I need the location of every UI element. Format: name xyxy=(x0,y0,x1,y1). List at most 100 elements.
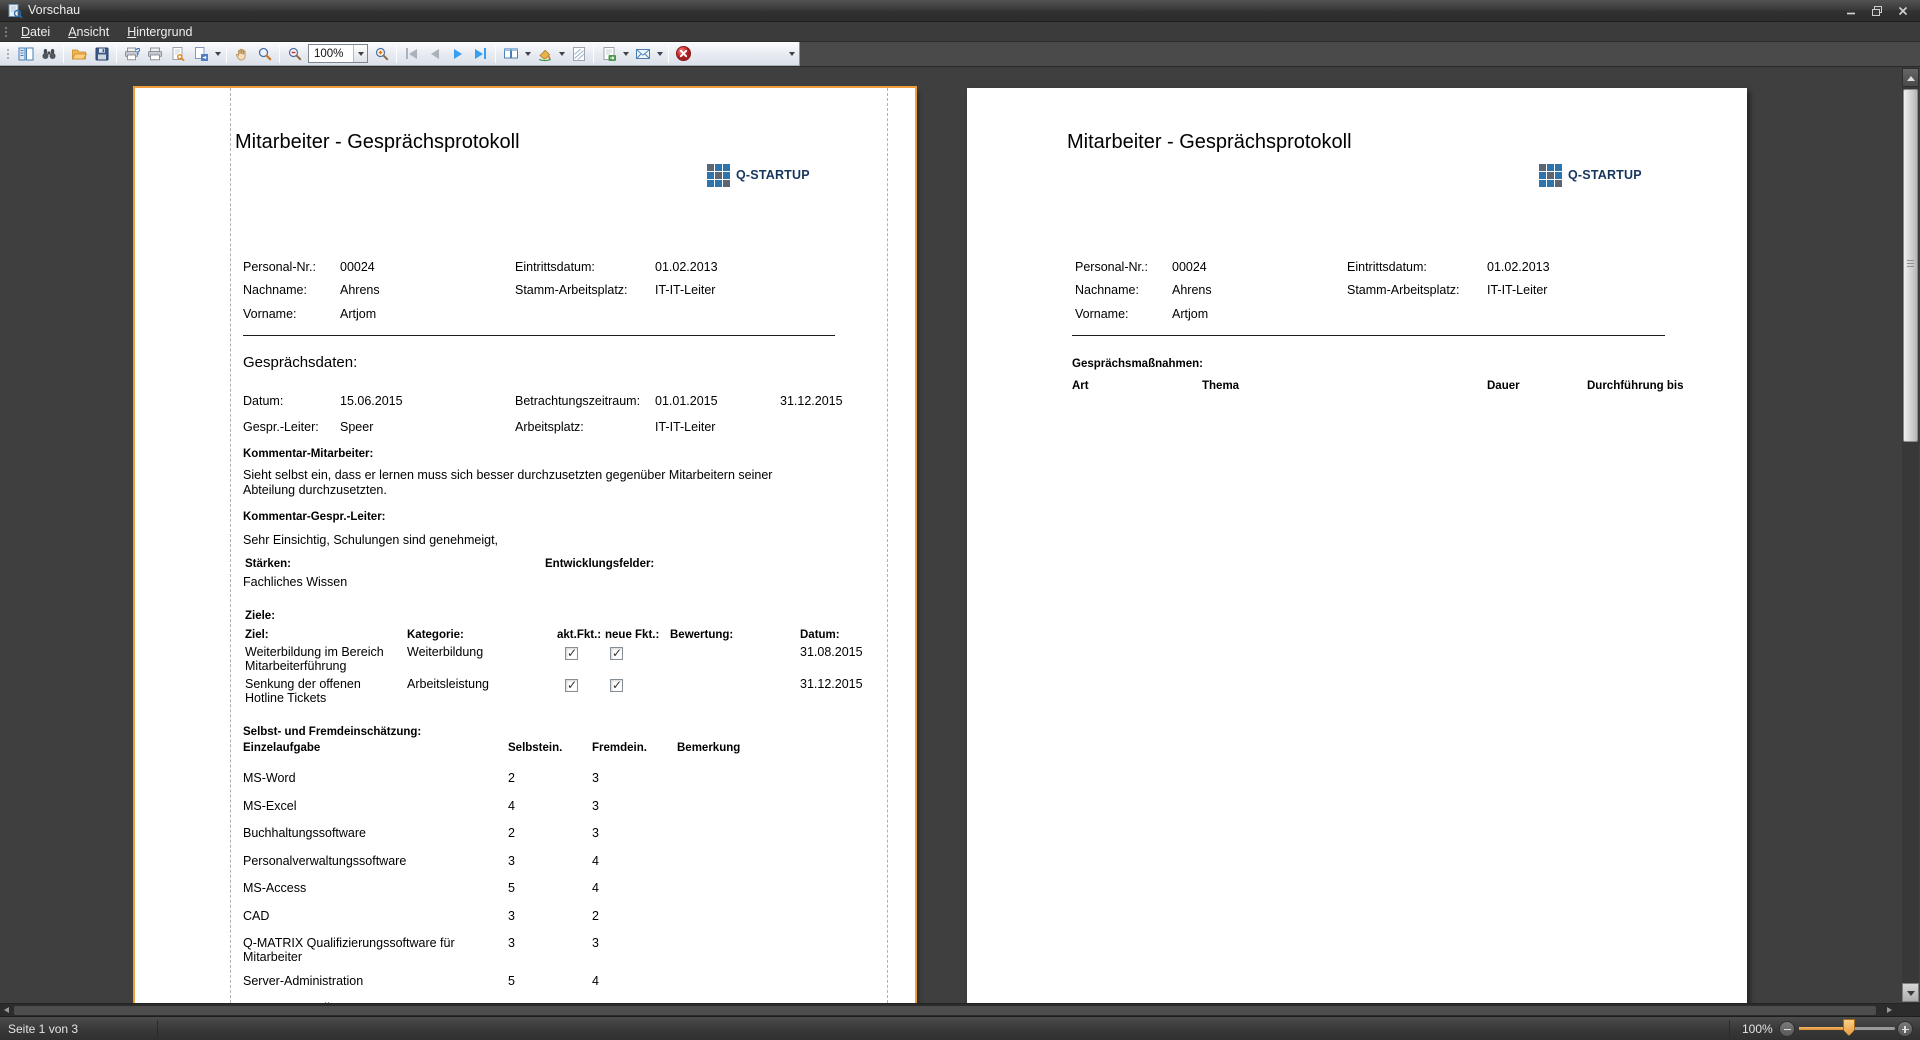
goal-row: Senkung der offenen Hotline Tickets Arbei… xyxy=(245,677,905,705)
vertical-scrollbar-thumb[interactable] xyxy=(1903,89,1918,442)
scroll-up-button[interactable] xyxy=(1902,68,1919,87)
column-header: neue Fkt.: xyxy=(605,629,660,641)
open-button[interactable] xyxy=(67,43,90,65)
checkbox-neue-fkt[interactable] xyxy=(610,646,623,660)
scroll-left-icon[interactable] xyxy=(4,1007,9,1013)
toolbar-separator xyxy=(226,44,227,63)
thumbnails-button[interactable] xyxy=(14,43,37,65)
next-page-button[interactable] xyxy=(446,43,469,65)
zoom-out-button[interactable] xyxy=(1779,1021,1795,1037)
quick-print-button[interactable] xyxy=(143,43,166,65)
first-page-button[interactable] xyxy=(400,43,423,65)
checkbox-akt-fkt[interactable] xyxy=(565,646,578,660)
table-cell: 2 xyxy=(592,908,599,923)
watermark-button[interactable] xyxy=(567,43,590,65)
column-header: Einzelaufgabe xyxy=(243,742,321,754)
chevron-up-icon xyxy=(1907,76,1915,81)
window-title: Vorschau xyxy=(28,3,81,17)
page-setup-button[interactable] xyxy=(166,43,189,65)
table-cell: MS-Excel xyxy=(243,798,297,813)
restore-button[interactable] xyxy=(1864,2,1890,20)
zoom-slider-thumb[interactable] xyxy=(1843,1019,1855,1036)
field-value: Artjom xyxy=(1172,307,1209,321)
table-cell: Server-Administration xyxy=(243,973,364,988)
field-label: Datum: xyxy=(243,394,284,408)
field-value: 01.02.2013 xyxy=(655,260,718,274)
export-page-dropdown[interactable] xyxy=(212,43,223,65)
chevron-down-icon xyxy=(789,51,795,56)
background-color-dropdown[interactable] xyxy=(556,43,567,65)
statusbar: Seite 1 von 3 100% xyxy=(0,1016,1920,1040)
horizontal-scrollbar[interactable] xyxy=(0,1003,1920,1016)
save-button[interactable] xyxy=(90,43,113,65)
checkbox-neue-fkt[interactable] xyxy=(610,678,623,692)
find-button[interactable] xyxy=(37,43,60,65)
zoom-level-combobox[interactable]: 100% xyxy=(308,44,368,63)
table-cell: 3 xyxy=(508,936,515,950)
page-layout-dropdown[interactable] xyxy=(522,43,533,65)
scroll-down-button[interactable] xyxy=(1902,983,1919,1002)
print-dialog-button[interactable]: ? xyxy=(120,43,143,65)
toolbar-overflow-button[interactable] xyxy=(786,43,797,65)
horizontal-scrollbar-thumb[interactable] xyxy=(14,1006,1876,1015)
zoom-tool-button[interactable] xyxy=(253,43,276,65)
table-cell: Personalverwaltungssoftware xyxy=(243,853,407,868)
vertical-scrollbar[interactable] xyxy=(1902,67,1919,1003)
chevron-down-icon xyxy=(657,51,663,56)
last-page-icon xyxy=(475,48,483,59)
email-dropdown[interactable] xyxy=(654,43,665,65)
chevron-down-icon xyxy=(623,51,629,56)
goal-row: Weiterbildung im Bereich Mitarbeiterführ… xyxy=(245,645,905,673)
page-layout-button[interactable] xyxy=(499,43,522,65)
close-preview-button[interactable] xyxy=(672,43,695,65)
zoom-in-button[interactable] xyxy=(370,43,393,65)
app-icon xyxy=(7,3,23,19)
field-value: IT-IT-Leiter xyxy=(655,420,716,434)
column-header: Thema xyxy=(1202,380,1240,392)
column-header: Art xyxy=(1072,380,1089,392)
table-row: Buchhaltungssoftware 2 3 xyxy=(243,826,905,844)
checkbox-akt-fkt[interactable] xyxy=(565,678,578,692)
field-label: Vorname: xyxy=(243,307,297,321)
chevron-down-icon xyxy=(1907,991,1915,996)
toolbar-separator xyxy=(668,44,669,63)
table-row: CAD 3 2 xyxy=(243,909,905,927)
table-cell: 3 xyxy=(592,771,599,785)
zoom-combobox-dropdown[interactable] xyxy=(353,45,367,62)
page-1[interactable]: Mitarbeiter - Gesprächsprotokoll Q-START… xyxy=(133,86,917,1003)
toolbar-separator xyxy=(63,44,64,63)
close-button[interactable] xyxy=(1890,2,1916,20)
minimize-button[interactable] xyxy=(1838,2,1864,20)
menubar-grip[interactable] xyxy=(3,24,8,39)
background-color-button[interactable] xyxy=(533,43,556,65)
zoom-out-button[interactable] xyxy=(283,43,306,65)
chevron-down-icon xyxy=(215,51,221,56)
email-button[interactable] xyxy=(631,43,654,65)
toolbar-grip[interactable] xyxy=(5,46,10,61)
zoom-in-button[interactable] xyxy=(1897,1021,1913,1037)
table-cell: Buchhaltungssoftware xyxy=(243,826,366,840)
field-value: Artjom xyxy=(340,307,377,321)
table-cell: 3 xyxy=(592,936,599,950)
field-label: Stamm-Arbeitsplatz: xyxy=(1347,283,1460,297)
table-row: MS-Excel 4 3 xyxy=(243,799,905,817)
scroll-right-icon[interactable] xyxy=(1887,1007,1892,1013)
field-label: Gespr.-Leiter: xyxy=(243,420,319,434)
last-page-button[interactable] xyxy=(469,43,492,65)
menu-hintergrund[interactable]: Hintergrund xyxy=(118,23,201,41)
previous-page-button[interactable] xyxy=(423,43,446,65)
field-label: Eintrittsdatum: xyxy=(1347,260,1427,274)
company-logo-icon xyxy=(1539,164,1562,187)
menu-datei[interactable]: Datei xyxy=(12,23,59,41)
field-label: Kommentar-Mitarbeiter: xyxy=(243,448,374,460)
page-2[interactable]: Mitarbeiter - Gesprächsprotokoll Q-START… xyxy=(967,88,1747,1003)
menu-ansicht[interactable]: Ansicht xyxy=(59,23,118,41)
document-title: Mitarbeiter - Gesprächsprotokoll xyxy=(1067,131,1352,153)
export-document-dropdown[interactable] xyxy=(620,43,631,65)
first-page-icon xyxy=(406,48,408,59)
comment-text: Sieht selbst ein, dass er lernen muss si… xyxy=(243,468,773,497)
export-document-button[interactable] xyxy=(597,43,620,65)
preview-window: Vorschau Datei Ansicht Hintergrund ? xyxy=(0,0,1920,1040)
pan-button[interactable] xyxy=(230,43,253,65)
export-page-button[interactable] xyxy=(189,43,212,65)
